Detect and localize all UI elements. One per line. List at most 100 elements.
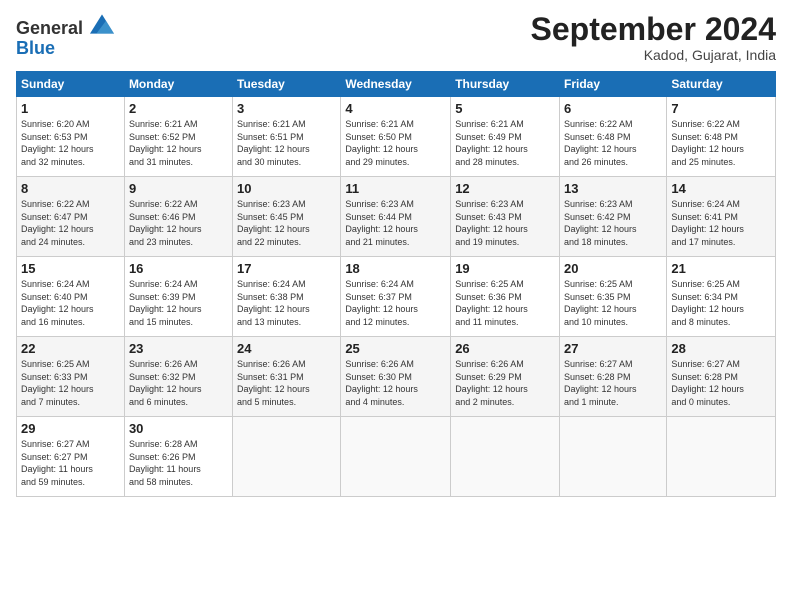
day-info: Sunrise: 6:21 AM Sunset: 6:52 PM Dayligh… [129, 118, 228, 168]
calendar-cell [667, 417, 776, 497]
calendar-cell: 11 Sunrise: 6:23 AM Sunset: 6:44 PM Dayli… [341, 177, 451, 257]
calendar-cell: 30 Sunrise: 6:28 AM Sunset: 6:26 PM Dayli… [124, 417, 232, 497]
calendar-cell: 14 Sunrise: 6:24 AM Sunset: 6:41 PM Dayli… [667, 177, 776, 257]
calendar-cell: 13 Sunrise: 6:23 AM Sunset: 6:42 PM Dayli… [560, 177, 667, 257]
title-block: September 2024 Kadod, Gujarat, India [531, 12, 776, 63]
day-info: Sunrise: 6:25 AM Sunset: 6:33 PM Dayligh… [21, 358, 120, 408]
day-info: Sunrise: 6:27 AM Sunset: 6:28 PM Dayligh… [564, 358, 662, 408]
day-info: Sunrise: 6:23 AM Sunset: 6:42 PM Dayligh… [564, 198, 662, 248]
day-number: 19 [455, 261, 555, 276]
day-number: 27 [564, 341, 662, 356]
weekday-header: Tuesday [233, 72, 341, 97]
day-number: 10 [237, 181, 336, 196]
calendar-cell: 27 Sunrise: 6:27 AM Sunset: 6:28 PM Dayli… [560, 337, 667, 417]
calendar-cell: 28 Sunrise: 6:27 AM Sunset: 6:28 PM Dayli… [667, 337, 776, 417]
day-number: 20 [564, 261, 662, 276]
calendar-cell: 1Sunrise: 6:20 AM Sunset: 6:53 PM Daylig… [17, 97, 125, 177]
day-info: Sunrise: 6:27 AM Sunset: 6:28 PM Dayligh… [671, 358, 771, 408]
calendar-cell: 16 Sunrise: 6:24 AM Sunset: 6:39 PM Dayli… [124, 257, 232, 337]
day-number: 29 [21, 421, 120, 436]
calendar-body: 1Sunrise: 6:20 AM Sunset: 6:53 PM Daylig… [17, 97, 776, 497]
day-number: 4 [345, 101, 446, 116]
day-number: 8 [21, 181, 120, 196]
day-number: 21 [671, 261, 771, 276]
day-number: 17 [237, 261, 336, 276]
logo-icon [90, 14, 114, 34]
calendar-cell: 19Sunrise: 6:25 AM Sunset: 6:36 PM Dayli… [451, 257, 560, 337]
calendar-week-row: 29 Sunrise: 6:27 AM Sunset: 6:27 PM Dayli… [17, 417, 776, 497]
day-number: 12 [455, 181, 555, 196]
calendar-cell: 6 Sunrise: 6:22 AM Sunset: 6:48 PM Daylig… [560, 97, 667, 177]
day-info: Sunrise: 6:24 AM Sunset: 6:38 PM Dayligh… [237, 278, 336, 328]
day-info: Sunrise: 6:22 AM Sunset: 6:48 PM Dayligh… [564, 118, 662, 168]
day-number: 7 [671, 101, 771, 116]
calendar-cell: 12 Sunrise: 6:23 AM Sunset: 6:43 PM Dayli… [451, 177, 560, 257]
calendar-week-row: 8Sunrise: 6:22 AM Sunset: 6:47 PM Daylig… [17, 177, 776, 257]
calendar-cell: 3 Sunrise: 6:21 AM Sunset: 6:51 PM Daylig… [233, 97, 341, 177]
logo-blue-text: Blue [16, 39, 114, 59]
calendar-cell [233, 417, 341, 497]
day-info: Sunrise: 6:24 AM Sunset: 6:40 PM Dayligh… [21, 278, 120, 328]
day-number: 28 [671, 341, 771, 356]
calendar-cell: 4 Sunrise: 6:21 AM Sunset: 6:50 PM Daylig… [341, 97, 451, 177]
calendar-cell: 10 Sunrise: 6:23 AM Sunset: 6:45 PM Dayli… [233, 177, 341, 257]
day-info: Sunrise: 6:23 AM Sunset: 6:43 PM Dayligh… [455, 198, 555, 248]
day-info: Sunrise: 6:24 AM Sunset: 6:39 PM Dayligh… [129, 278, 228, 328]
day-info: Sunrise: 6:21 AM Sunset: 6:50 PM Dayligh… [345, 118, 446, 168]
calendar-cell: 26 Sunrise: 6:26 AM Sunset: 6:29 PM Dayli… [451, 337, 560, 417]
main-container: General Blue September 2024 Kadod, Gujar… [0, 0, 792, 509]
day-info: Sunrise: 6:26 AM Sunset: 6:32 PM Dayligh… [129, 358, 228, 408]
day-number: 9 [129, 181, 228, 196]
day-number: 26 [455, 341, 555, 356]
calendar-cell: 17 Sunrise: 6:24 AM Sunset: 6:38 PM Dayli… [233, 257, 341, 337]
calendar-cell: 25Sunrise: 6:26 AM Sunset: 6:30 PM Dayli… [341, 337, 451, 417]
calendar-week-row: 1Sunrise: 6:20 AM Sunset: 6:53 PM Daylig… [17, 97, 776, 177]
day-info: Sunrise: 6:24 AM Sunset: 6:41 PM Dayligh… [671, 198, 771, 248]
calendar-cell: 8Sunrise: 6:22 AM Sunset: 6:47 PM Daylig… [17, 177, 125, 257]
day-info: Sunrise: 6:28 AM Sunset: 6:26 PM Dayligh… [129, 438, 228, 488]
day-number: 13 [564, 181, 662, 196]
day-info: Sunrise: 6:21 AM Sunset: 6:51 PM Dayligh… [237, 118, 336, 168]
day-info: Sunrise: 6:23 AM Sunset: 6:44 PM Dayligh… [345, 198, 446, 248]
day-info: Sunrise: 6:24 AM Sunset: 6:37 PM Dayligh… [345, 278, 446, 328]
day-info: Sunrise: 6:25 AM Sunset: 6:35 PM Dayligh… [564, 278, 662, 328]
calendar-cell [451, 417, 560, 497]
day-info: Sunrise: 6:27 AM Sunset: 6:27 PM Dayligh… [21, 438, 120, 488]
day-number: 18 [345, 261, 446, 276]
day-number: 15 [21, 261, 120, 276]
calendar-cell: 20 Sunrise: 6:25 AM Sunset: 6:35 PM Dayli… [560, 257, 667, 337]
day-info: Sunrise: 6:23 AM Sunset: 6:45 PM Dayligh… [237, 198, 336, 248]
calendar-cell [341, 417, 451, 497]
day-number: 24 [237, 341, 336, 356]
calendar-cell: 5 Sunrise: 6:21 AM Sunset: 6:49 PM Daylig… [451, 97, 560, 177]
day-number: 6 [564, 101, 662, 116]
day-number: 11 [345, 181, 446, 196]
day-info: Sunrise: 6:26 AM Sunset: 6:31 PM Dayligh… [237, 358, 336, 408]
calendar-cell: 22 Sunrise: 6:25 AM Sunset: 6:33 PM Dayli… [17, 337, 125, 417]
calendar-week-row: 22 Sunrise: 6:25 AM Sunset: 6:33 PM Dayli… [17, 337, 776, 417]
calendar-cell: 18 Sunrise: 6:24 AM Sunset: 6:37 PM Dayli… [341, 257, 451, 337]
day-number: 25 [345, 341, 446, 356]
location: Kadod, Gujarat, India [531, 47, 776, 63]
day-number: 5 [455, 101, 555, 116]
calendar-header-row: SundayMondayTuesdayWednesdayThursdayFrid… [17, 72, 776, 97]
calendar-cell: 21Sunrise: 6:25 AM Sunset: 6:34 PM Dayli… [667, 257, 776, 337]
day-number: 2 [129, 101, 228, 116]
month-title: September 2024 [531, 12, 776, 47]
calendar-table: SundayMondayTuesdayWednesdayThursdayFrid… [16, 71, 776, 497]
day-number: 3 [237, 101, 336, 116]
weekday-header: Saturday [667, 72, 776, 97]
calendar-cell: 15 Sunrise: 6:24 AM Sunset: 6:40 PM Dayli… [17, 257, 125, 337]
day-number: 30 [129, 421, 228, 436]
weekday-header: Wednesday [341, 72, 451, 97]
day-number: 14 [671, 181, 771, 196]
day-info: Sunrise: 6:21 AM Sunset: 6:49 PM Dayligh… [455, 118, 555, 168]
logo-text: General [16, 16, 114, 39]
day-info: Sunrise: 6:20 AM Sunset: 6:53 PM Dayligh… [21, 118, 120, 168]
calendar-week-row: 15 Sunrise: 6:24 AM Sunset: 6:40 PM Dayli… [17, 257, 776, 337]
calendar-cell [560, 417, 667, 497]
day-info: Sunrise: 6:26 AM Sunset: 6:29 PM Dayligh… [455, 358, 555, 408]
day-number: 22 [21, 341, 120, 356]
day-number: 16 [129, 261, 228, 276]
logo: General Blue [16, 16, 114, 59]
